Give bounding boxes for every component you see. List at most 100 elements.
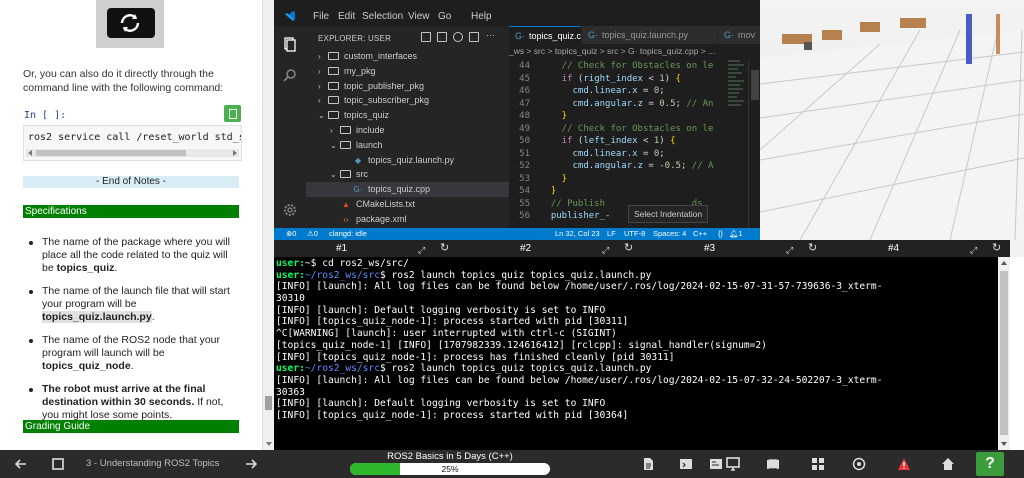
help-button[interactable]: ? [976, 452, 1004, 476]
code-line[interactable]: 44 // Check for Obstacles on le [509, 60, 760, 73]
terminal-tab-4[interactable]: #4 ⤢ ↻ [826, 240, 1010, 257]
more-actions-icon[interactable]: ··· [486, 31, 496, 42]
warning-icon[interactable] [897, 457, 911, 471]
code-line[interactable]: 53 } [509, 173, 760, 186]
breadcrumb[interactable]: _ws > src > topics_quiz > src > G· topic… [509, 46, 715, 60]
notebook-scrollbar[interactable] [262, 0, 274, 450]
minimap[interactable] [728, 60, 746, 228]
tree-item-custom-interfaces[interactable]: › custom_interfaces [306, 49, 509, 64]
ide-icon[interactable] [679, 457, 693, 471]
terminal-tab-3[interactable]: #3 ⤢ ↻ [642, 240, 826, 257]
cursor-position[interactable]: Ln 32, Col 23 [555, 228, 600, 240]
book-icon[interactable] [766, 457, 780, 471]
scroll-left-icon[interactable] [28, 150, 32, 156]
code-line[interactable]: 52 cmd.angular.z = -0.5; // A [509, 160, 760, 173]
code-line[interactable]: 51 cmd.linear.x = 0; [509, 148, 760, 161]
chevron-right-icon: › [330, 126, 333, 135]
clangd-indicator-icon[interactable]: {} [718, 228, 723, 240]
tree-item-my-pkg[interactable]: › my_pkg [306, 64, 509, 79]
errors-status[interactable]: ⊗ 0 [286, 228, 296, 240]
code-line[interactable]: 48 } [509, 110, 760, 123]
tab-mov[interactable]: G· mov [718, 26, 760, 44]
search-icon[interactable] [282, 68, 298, 84]
scroll-down-icon[interactable] [266, 442, 272, 446]
tree-item-package-xml[interactable]: ‹› package.xml [306, 212, 509, 227]
notebook-icon[interactable] [641, 457, 655, 471]
tree-item-include[interactable]: › include [306, 123, 509, 138]
reload-icon[interactable]: ↻ [808, 240, 817, 257]
code-horizontal-scrollbar[interactable] [26, 149, 239, 157]
tree-item-label: custom_interfaces [344, 51, 418, 61]
code-line[interactable]: 46 cmd.linear.x = 0; [509, 85, 760, 98]
tree-item-src[interactable]: ⌄ src [306, 167, 509, 182]
reload-icon[interactable]: ↻ [992, 240, 1001, 257]
code-cell-text[interactable]: ros2 service call /reset_world std_srvs/… [28, 132, 241, 143]
menu-edit[interactable]: Edit [338, 11, 355, 22]
code-line[interactable]: 50 if (left_index < 1) { [509, 135, 760, 148]
tab-topics-quiz-cpp[interactable]: G·topics_quiz.cpp [509, 26, 581, 44]
menu-help[interactable]: Help [471, 11, 492, 22]
monitor-icon[interactable] [726, 457, 740, 471]
line-number: 46 [519, 86, 530, 96]
tree-item-topic-subscriber-pkg[interactable]: › topic_subscriber_pkg [306, 93, 509, 108]
terminal-scrollbar[interactable] [998, 257, 1010, 450]
scrollbar-thumb[interactable] [751, 70, 759, 100]
menu-view[interactable]: View [408, 11, 430, 22]
new-folder-icon[interactable] [437, 32, 447, 42]
encoding-status[interactable]: UTF-8 [624, 228, 645, 240]
new-file-icon[interactable] [421, 32, 431, 42]
terminal-tab-2[interactable]: #2 ⤢ ↻ [458, 240, 642, 257]
collapse-all-icon[interactable] [469, 32, 479, 42]
line-number: 53 [519, 173, 530, 184]
current-unit-label[interactable]: 3 - Understanding ROS2 Topics [86, 458, 219, 469]
scrollbar-thumb[interactable] [36, 150, 186, 156]
code-view[interactable]: 44 // Check for Obstacles on le 45 if (ri… [509, 60, 760, 223]
editor-scrollbar[interactable] [748, 60, 760, 228]
indentation-status[interactable]: Spaces: 4 [653, 228, 686, 240]
terminal-icon[interactable] [709, 457, 723, 471]
scroll-right-icon[interactable] [233, 150, 237, 156]
terminal-tab-1[interactable]: #1 ⤢ ↻ [274, 240, 458, 257]
warnings-status[interactable]: ⚠ 0 [307, 228, 318, 240]
tree-item-topics-quiz-cpp[interactable]: G· topics_quiz.cpp [306, 182, 509, 198]
menu-file[interactable]: File [313, 11, 329, 22]
notifications-status[interactable]: 🔔︎ 1 [729, 228, 743, 240]
code-line[interactable]: 49 // Check for Obstacles on le [509, 123, 760, 136]
arrow-left-icon[interactable] [14, 457, 28, 471]
menu-go[interactable]: Go [438, 11, 451, 22]
tree-item-launch[interactable]: ⌄ launch [306, 138, 509, 153]
arrow-right-icon[interactable] [244, 457, 258, 471]
scroll-down-icon[interactable] [1001, 442, 1007, 446]
explorer-files-icon[interactable] [282, 36, 298, 52]
scrollbar-thumb[interactable] [265, 396, 272, 410]
code-line[interactable]: 45 if (right_index < 1) { [509, 73, 760, 86]
refresh-explorer-icon[interactable] [453, 32, 463, 42]
language-status[interactable]: C++ [693, 228, 707, 240]
stop-square-icon[interactable] [51, 457, 65, 471]
gear-icon[interactable] [282, 202, 298, 218]
ai-assistant-icon[interactable] [852, 457, 866, 471]
code-cell[interactable]: ros2 service call /reset_world std_srvs/… [23, 125, 242, 161]
code-line[interactable]: 54 } [509, 185, 760, 198]
tree-item-topics-quiz-launch-py[interactable]: ◆ topics_quiz.launch.py [306, 153, 509, 168]
terminal-line: ^C[WARNING] [launch]: user interrupted w… [276, 328, 617, 340]
clangd-status[interactable]: clangd: idle [329, 228, 367, 240]
tab-topics-quiz-launch[interactable]: G· topics_quiz.launch.py [582, 26, 717, 44]
menu-selection[interactable]: Selection [362, 11, 403, 22]
eol-status[interactable]: LF [607, 228, 616, 240]
tree-item-topic-publisher-pkg[interactable]: › topic_publisher_pkg [306, 79, 509, 94]
spec-item: The name of the launch file that will st… [24, 285, 240, 324]
reload-icon[interactable]: ↻ [624, 240, 633, 257]
line-number: 50 [519, 136, 530, 146]
copy-code-button[interactable] [224, 105, 241, 122]
tree-item-topics-quiz[interactable]: ⌄ topics_quiz [306, 108, 509, 123]
layout-grid-icon[interactable] [811, 457, 825, 471]
scrollbar-thumb[interactable] [1000, 271, 1008, 435]
code-line[interactable]: 47 cmd.angular.z = 0.5; // An [509, 98, 760, 111]
simulation-viewport[interactable] [760, 0, 1024, 240]
terminal-output[interactable]: user:~$ cd ros2_ws/src/user:~/ros2_ws/sr… [274, 257, 998, 450]
scroll-up-icon[interactable] [1001, 261, 1007, 265]
tree-item-cmakelists-txt[interactable]: ▲ CMakeLists.txt [306, 197, 509, 212]
home-icon[interactable] [941, 457, 955, 471]
reload-icon[interactable]: ↻ [440, 240, 449, 257]
